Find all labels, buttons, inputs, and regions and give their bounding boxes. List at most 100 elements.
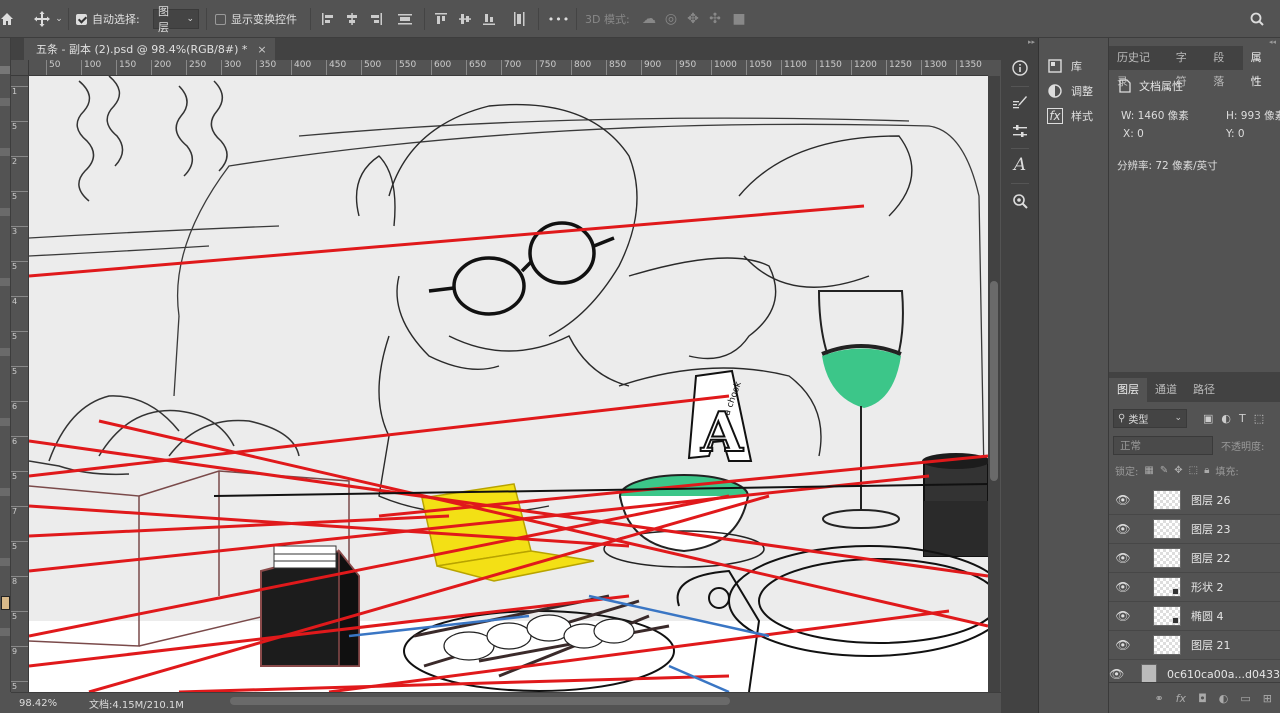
close-icon[interactable]: × <box>257 43 266 56</box>
align-horizontal-center-icon[interactable] <box>344 0 360 38</box>
vertical-scrollbar[interactable] <box>988 76 1000 692</box>
sliders-icon[interactable] <box>1007 118 1033 144</box>
height-field[interactable]: H: 993 像素 <box>1226 108 1280 123</box>
tool-icon[interactable] <box>0 148 10 156</box>
document-tab[interactable]: 五条 - 副本 (2).psd @ 98.4%(RGB/8#) * × <box>24 38 275 60</box>
ruler-origin[interactable] <box>11 60 29 76</box>
tool-icon[interactable] <box>0 418 10 426</box>
home-icon[interactable] <box>0 0 14 38</box>
layer-row[interactable]: 👁︎ 图层 26 <box>1109 486 1280 515</box>
collapse-chevron-icon[interactable]: ▸▸ <box>1001 38 1039 48</box>
show-transform-checkbox[interactable]: 显示变换控件 <box>215 0 297 38</box>
character-panel-icon[interactable]: A <box>1007 152 1033 178</box>
layer-thumbnail <box>1153 490 1181 510</box>
distribute-vertical-icon[interactable] <box>510 0 528 38</box>
tool-icon[interactable] <box>0 98 10 106</box>
filter-label: 类型 <box>1128 414 1149 426</box>
ruler-tick: 1050 <box>746 60 772 75</box>
brush-settings-icon[interactable] <box>1007 90 1033 116</box>
visibility-eye-icon[interactable]: 👁︎ <box>1109 580 1137 594</box>
blend-mode-dropdown[interactable]: 正常 <box>1113 435 1213 455</box>
show-transform-check-icon[interactable] <box>215 13 226 25</box>
adjustment-layer-icon[interactable]: ◐ <box>1219 692 1229 705</box>
glasses <box>428 221 615 316</box>
tab-layers-1[interactable]: 通道 <box>1147 378 1185 402</box>
visibility-eye-icon[interactable]: 👁︎ <box>1109 493 1137 507</box>
type-filter-icon[interactable]: T <box>1239 412 1246 425</box>
adjustments-item[interactable]: 调整 <box>1047 80 1093 102</box>
layer-row[interactable]: 👁︎ 椭圆 4 <box>1109 602 1280 631</box>
distribute-horizontal-icon[interactable] <box>396 0 414 38</box>
3d-pan-icon[interactable]: ✥ <box>683 0 703 38</box>
folder-icon[interactable]: ▭ <box>1240 692 1250 705</box>
mask-icon[interactable]: ◘ <box>1198 692 1207 705</box>
layer-row[interactable]: 👁︎ 图层 22 <box>1109 544 1280 573</box>
adjustment-filter-icon[interactable]: ◐ <box>1221 412 1231 425</box>
navigator-icon[interactable] <box>1007 188 1033 214</box>
visibility-eye-icon[interactable]: 👁︎ <box>1109 667 1125 681</box>
visibility-eye-icon[interactable]: 👁︎ <box>1109 522 1137 536</box>
align-right-icon[interactable] <box>368 0 384 38</box>
align-bottom-icon[interactable] <box>481 0 497 38</box>
3d-roll-icon[interactable]: ◎ <box>661 0 681 38</box>
styles-item[interactable]: fx 样式 <box>1047 105 1093 127</box>
lock-pixels-icon[interactable]: ✎ <box>1160 465 1168 476</box>
layer-row[interactable]: 👁︎ 图层 23 <box>1109 515 1280 544</box>
ruler-tick: 250 <box>186 60 206 75</box>
tool-icon[interactable] <box>0 208 10 216</box>
move-icon[interactable] <box>31 0 53 38</box>
visibility-eye-icon[interactable]: 👁︎ <box>1109 551 1137 565</box>
more-options-button[interactable]: ••• <box>548 0 570 38</box>
visibility-eye-icon[interactable]: 👁︎ <box>1109 638 1137 652</box>
shape-filter-icon[interactable]: ⬚ <box>1254 412 1264 425</box>
tab-properties-3[interactable]: 属性 <box>1242 46 1280 88</box>
lock-all-icon[interactable]: 🔒︎ <box>1204 465 1209 476</box>
lock-transparent-icon[interactable]: ▦ <box>1144 465 1153 476</box>
tool-icon[interactable] <box>0 348 10 356</box>
tool-icon[interactable] <box>0 488 10 496</box>
horizontal-scroll-thumb[interactable] <box>230 697 730 705</box>
3d-orbit-icon[interactable]: ☁ <box>639 0 659 38</box>
align-top-icon[interactable] <box>433 0 449 38</box>
tool-preset-chevron-down-icon[interactable]: ⌄ <box>54 0 64 38</box>
document-canvas[interactable]: A a chook <box>29 76 988 692</box>
auto-select-checkbox[interactable]: 自动选择: <box>76 0 140 38</box>
tool-icon[interactable] <box>0 66 10 74</box>
link-icon[interactable]: ⚭ <box>1154 692 1163 705</box>
tab-properties-2[interactable]: 段落 <box>1205 46 1242 88</box>
layer-filter-dropdown[interactable]: ⚲ 类型 ⌄ <box>1113 408 1187 428</box>
width-field[interactable]: W: 1460 像素 <box>1121 108 1189 123</box>
layer-row[interactable]: 👁︎ 图层 21 <box>1109 631 1280 660</box>
tool-icon[interactable] <box>0 278 10 286</box>
x-field[interactable]: X: 0 <box>1123 128 1144 140</box>
search-icon[interactable] <box>1247 0 1267 38</box>
layer-row[interactable]: 👁︎ 形状 2 <box>1109 573 1280 602</box>
3d-slide-icon[interactable]: ✣ <box>705 0 725 38</box>
tab-properties-1[interactable]: 字符 <box>1168 46 1205 88</box>
align-left-icon[interactable] <box>320 0 336 38</box>
tab-layers-0[interactable]: 图层 <box>1109 378 1147 402</box>
auto-select-check-icon[interactable] <box>76 13 87 25</box>
info-icon[interactable] <box>1007 55 1033 81</box>
tool-icon[interactable] <box>0 558 10 566</box>
tab-layers-2[interactable]: 路径 <box>1185 378 1223 402</box>
lock-position-icon[interactable]: ✥ <box>1174 465 1182 476</box>
image-filter-icon[interactable]: ▣ <box>1203 412 1213 425</box>
library-item[interactable]: 库 <box>1047 55 1082 77</box>
3d-scale-icon[interactable]: ■ <box>729 0 749 38</box>
fx-icon[interactable]: fx <box>1176 692 1186 705</box>
lock-artboard-icon[interactable]: ⬚ <box>1189 465 1198 476</box>
foreground-color-swatch[interactable] <box>1 596 10 610</box>
new-layer-icon[interactable]: ⊞ <box>1263 692 1272 705</box>
properties-heading: 文档属性 <box>1139 80 1183 93</box>
auto-select-target-dropdown[interactable]: 图层 ⌄ <box>153 5 199 34</box>
align-vertical-center-icon[interactable] <box>457 0 473 38</box>
height-label: H: <box>1226 110 1238 122</box>
y-field[interactable]: Y: 0 <box>1226 128 1245 140</box>
zoom-level[interactable]: 98.42% <box>11 698 71 709</box>
visibility-eye-icon[interactable]: 👁︎ <box>1109 609 1137 623</box>
quick-mask-icon[interactable] <box>0 628 10 636</box>
scroll-thumb[interactable] <box>990 281 998 481</box>
tab-properties-0[interactable]: 历史记录 <box>1109 46 1168 88</box>
ruler-tick: 1 <box>11 86 28 96</box>
